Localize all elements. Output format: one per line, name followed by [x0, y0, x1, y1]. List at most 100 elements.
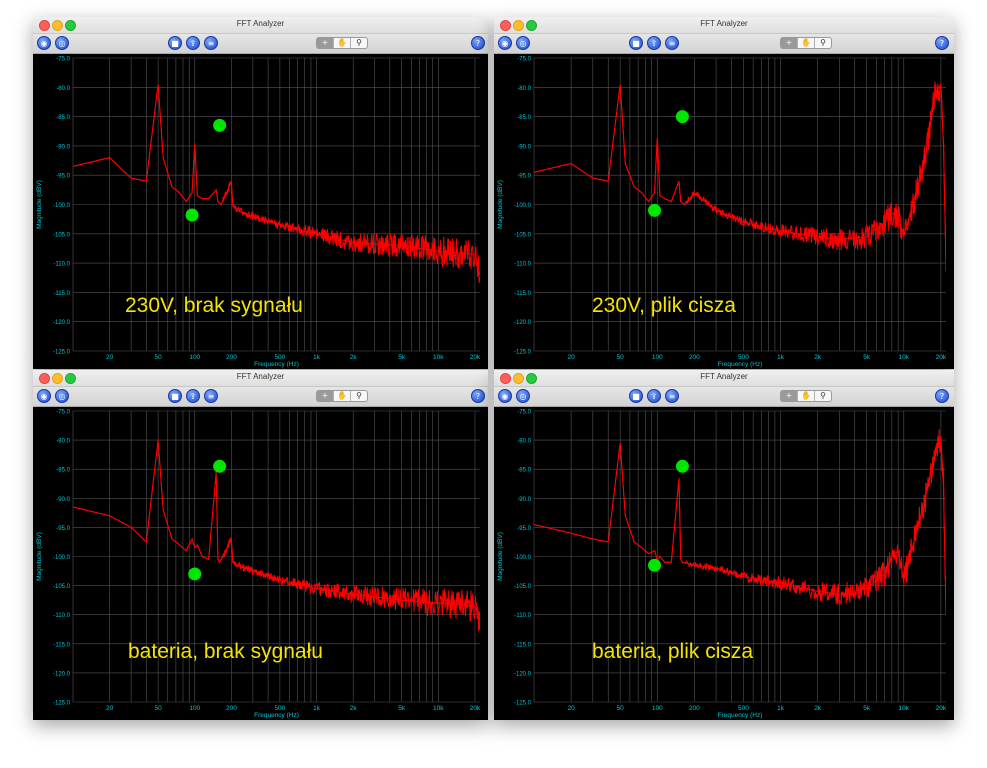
globe-icon[interactable]: ◉ [37, 36, 51, 50]
y-tick-label: -80.0 [517, 86, 531, 92]
x-tick-label: 1k [777, 354, 785, 361]
settings-icon[interactable]: ≡ [665, 389, 679, 403]
zoom-magnifier-icon[interactable]: ⚲ [815, 391, 831, 401]
y-tick-label: -100.0 [514, 203, 532, 209]
toolbar: ◉ ◎ ■ ⇪ ≡ + ✋ ⚲ ? [33, 34, 488, 54]
x-tick-label: 20 [567, 354, 575, 361]
network-icon[interactable]: ◎ [516, 36, 530, 50]
y-tick-label: -85.0 [517, 115, 531, 121]
y-tick-label: -115.0 [514, 642, 531, 648]
fft-chart: -75.0 -80.0 -85.0 -90.0 -95.0 -100.0 -105.0 -11… [497, 410, 947, 720]
spectrum-plot[interactable]: -75.0 -80.0 -85.0 -90.0 -95.0 -100.0 -105.0 -11… [33, 407, 488, 720]
settings-icon[interactable]: ≡ [204, 389, 218, 403]
x-tick-label: 5k [398, 354, 406, 361]
y-tick-label: -95.0 [517, 174, 531, 180]
y-tick-label: -105.0 [53, 232, 71, 238]
zoom-magnifier-icon[interactable]: ⚲ [815, 38, 831, 48]
y-tick-label: -115.0 [514, 291, 531, 297]
x-tick-label: 200 [689, 705, 700, 712]
title-bar[interactable]: FFT Analyzer [494, 17, 954, 34]
tool-selector[interactable]: + ✋ ⚲ [316, 390, 368, 402]
pan-hand-icon[interactable]: ✋ [334, 391, 351, 401]
y-tick-label: -90.0 [517, 144, 531, 150]
export-icon[interactable]: ⇪ [186, 389, 200, 403]
y-tick-label: -100.0 [53, 203, 71, 209]
title-bar[interactable]: FFT Analyzer [33, 370, 488, 387]
crosshair-tool-icon[interactable]: + [317, 38, 334, 48]
y-axis-label: Magnitude (dBV) [497, 532, 504, 581]
x-tick-label: 100 [652, 705, 663, 712]
help-icon[interactable]: ? [471, 36, 485, 50]
network-icon[interactable]: ◎ [516, 389, 530, 403]
title-bar[interactable]: FFT Analyzer [33, 17, 488, 34]
crosshair-tool-icon[interactable]: + [781, 391, 798, 401]
y-tick-label: -110.0 [514, 262, 531, 268]
x-tick-label: 10k [899, 705, 910, 712]
spectrum-plot[interactable]: -75.0 -80.0 -85.0 -90.0 -95.0 -100.0 -105.0 -11… [33, 54, 488, 369]
x-tick-label: 50 [617, 354, 625, 361]
help-icon[interactable]: ? [935, 36, 949, 50]
tool-selector[interactable]: + ✋ ⚲ [780, 390, 832, 402]
export-icon[interactable]: ⇪ [186, 36, 200, 50]
network-icon[interactable]: ◎ [55, 389, 69, 403]
tool-selector[interactable]: + ✋ ⚲ [780, 37, 832, 49]
x-tick-label: 100 [189, 705, 200, 712]
x-tick-label: 10k [433, 354, 444, 361]
y-tick-label: -105.0 [53, 584, 71, 590]
zoom-magnifier-icon[interactable]: ⚲ [351, 391, 367, 401]
window-title: FFT Analyzer [236, 19, 285, 28]
marker-dot [648, 558, 662, 572]
stop-icon[interactable]: ■ [168, 389, 182, 403]
y-tick-label: -95.0 [56, 174, 70, 180]
x-tick-label: 2k [350, 705, 358, 712]
x-tick-label: 20 [106, 354, 114, 361]
fft-window-3: FFT Analyzer ◉ ◎ ■ ⇪ ≡ + ✋ ⚲ ? -75.0 -80.… [33, 370, 488, 720]
pan-hand-icon[interactable]: ✋ [798, 38, 815, 48]
spectrum-plot[interactable]: -75.0 -80.0 -85.0 -90.0 -95.0 -100.0 -105.0 -11… [494, 407, 954, 720]
x-tick-label: 5k [398, 705, 406, 712]
y-tick-label: -90.0 [56, 497, 70, 503]
network-icon[interactable]: ◎ [55, 36, 69, 50]
pan-hand-icon[interactable]: ✋ [334, 38, 351, 48]
stop-icon[interactable]: ■ [629, 36, 643, 50]
help-icon[interactable]: ? [935, 389, 949, 403]
tool-selector[interactable]: + ✋ ⚲ [316, 37, 368, 49]
help-icon[interactable]: ? [471, 389, 485, 403]
spectrum-plot[interactable]: -75.0 -80.0 -85.0 -90.0 -95.0 -100.0 -105.0 -11… [494, 54, 954, 369]
y-tick-label: -75.0 [517, 410, 531, 416]
y-tick-label: -120.0 [514, 320, 532, 326]
x-tick-label: 20 [567, 705, 575, 712]
spectrum-trace [534, 81, 946, 272]
globe-icon[interactable]: ◉ [498, 36, 512, 50]
globe-icon[interactable]: ◉ [498, 389, 512, 403]
globe-icon[interactable]: ◉ [37, 389, 51, 403]
plot-annotation: 230V, plik cisza [592, 294, 736, 317]
y-tick-label: -110.0 [53, 613, 70, 619]
settings-icon[interactable]: ≡ [665, 36, 679, 50]
y-tick-label: -105.0 [514, 584, 532, 590]
x-tick-label: 20k [936, 705, 947, 712]
y-tick-label: -110.0 [514, 613, 531, 619]
x-tick-label: 500 [738, 705, 749, 712]
stop-icon[interactable]: ■ [629, 389, 643, 403]
toolbar: ◉ ◎ ■ ⇪ ≡ + ✋ ⚲ ? [33, 387, 488, 407]
marker-dot [648, 203, 662, 217]
x-tick-label: 50 [154, 705, 162, 712]
export-icon[interactable]: ⇪ [647, 36, 661, 50]
y-tick-label: -80.0 [56, 439, 70, 445]
y-tick-label: -75.0 [517, 57, 531, 63]
title-bar[interactable]: FFT Analyzer [494, 370, 954, 387]
zoom-magnifier-icon[interactable]: ⚲ [351, 38, 367, 48]
marker-dot [188, 567, 202, 581]
export-icon[interactable]: ⇪ [647, 389, 661, 403]
y-tick-label: -125.0 [514, 350, 532, 356]
x-tick-label: 500 [738, 354, 749, 361]
crosshair-tool-icon[interactable]: + [781, 38, 798, 48]
x-tick-label: 10k [899, 354, 910, 361]
stop-icon[interactable]: ■ [168, 36, 182, 50]
crosshair-tool-icon[interactable]: + [317, 391, 334, 401]
x-tick-label: 10k [433, 705, 444, 712]
settings-icon[interactable]: ≡ [204, 36, 218, 50]
y-axis-label: Magnitude (dBV) [497, 180, 504, 229]
pan-hand-icon[interactable]: ✋ [798, 391, 815, 401]
